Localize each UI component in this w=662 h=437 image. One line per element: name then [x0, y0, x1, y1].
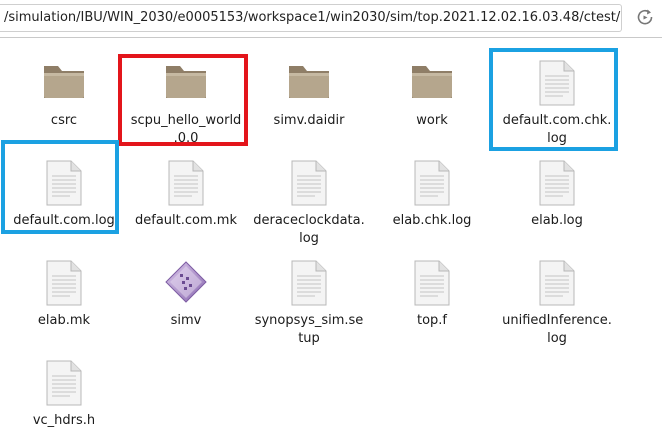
file-item-default-com-log[interactable]: default.com.log [0, 156, 128, 230]
file-item-scpu-hello-world[interactable]: scpu_hello_world .0.0 [122, 56, 250, 148]
reload-icon[interactable] [634, 6, 656, 28]
file-item-top-f[interactable]: top.f [368, 256, 496, 330]
file-item-work[interactable]: work [368, 56, 496, 130]
file-label: simv [170, 313, 202, 328]
text-file-icon [291, 260, 327, 306]
file-label: elab.log [531, 213, 583, 228]
address-bar: /simulation/IBU/WIN_2030/e0005153/worksp… [0, 0, 662, 38]
path-input[interactable]: /simulation/IBU/WIN_2030/e0005153/worksp… [0, 4, 622, 32]
file-item-unifiedinference-log[interactable]: unifiedInference. log [493, 256, 621, 348]
executable-icon [165, 261, 207, 303]
file-label: csrc [50, 113, 78, 128]
file-label: default.com.log [13, 213, 115, 228]
folder-icon [289, 66, 329, 98]
file-label: default.com.chk. log [502, 113, 612, 146]
text-file-icon [46, 160, 82, 206]
file-label: default.com.mk [135, 213, 237, 228]
file-label: top.f [416, 313, 447, 328]
folder-icon [44, 66, 84, 98]
file-label: work [416, 113, 448, 128]
file-item-elab-log[interactable]: elab.log [493, 156, 621, 230]
text-file-icon [539, 160, 575, 206]
folder-icon [412, 66, 452, 98]
file-item-csrc[interactable]: csrc [0, 56, 128, 130]
text-file-icon [539, 60, 575, 106]
path-text: /simulation/IBU/WIN_2030/e0005153/worksp… [4, 10, 621, 25]
file-item-synopsys-sim-setup[interactable]: synopsys_sim.se tup [245, 256, 373, 348]
text-file-icon [291, 160, 327, 206]
file-item-vc-hdrs-h[interactable]: vc_hdrs.h [0, 356, 128, 430]
file-label: elab.chk.log [392, 213, 472, 228]
file-item-simv[interactable]: simv [122, 256, 250, 330]
text-file-icon [46, 260, 82, 306]
text-file-icon [414, 160, 450, 206]
file-label: synopsys_sim.se tup [254, 313, 364, 346]
file-label: deraceclockdata. log [253, 213, 365, 246]
file-item-elab-mk[interactable]: elab.mk [0, 256, 128, 330]
file-label: scpu_hello_world .0.0 [130, 113, 242, 146]
file-label: simv.daidir [273, 113, 345, 128]
file-item-deraceclockdata-log[interactable]: deraceclockdata. log [245, 156, 373, 248]
text-file-icon [46, 360, 82, 406]
file-label: elab.mk [37, 313, 91, 328]
folder-icon [166, 66, 206, 98]
file-label: unifiedInference. log [502, 313, 612, 346]
text-file-icon [168, 160, 204, 206]
file-label: vc_hdrs.h [32, 413, 96, 428]
file-grid: csrc scpu_hello_world .0.0 simv.daidir w… [0, 38, 662, 437]
text-file-icon [414, 260, 450, 306]
text-file-icon [539, 260, 575, 306]
file-item-default-com-chk-log[interactable]: default.com.chk. log [493, 56, 621, 148]
file-item-elab-chk-log[interactable]: elab.chk.log [368, 156, 496, 230]
file-item-simv-daidir[interactable]: simv.daidir [245, 56, 373, 130]
file-item-default-com-mk[interactable]: default.com.mk [122, 156, 250, 230]
